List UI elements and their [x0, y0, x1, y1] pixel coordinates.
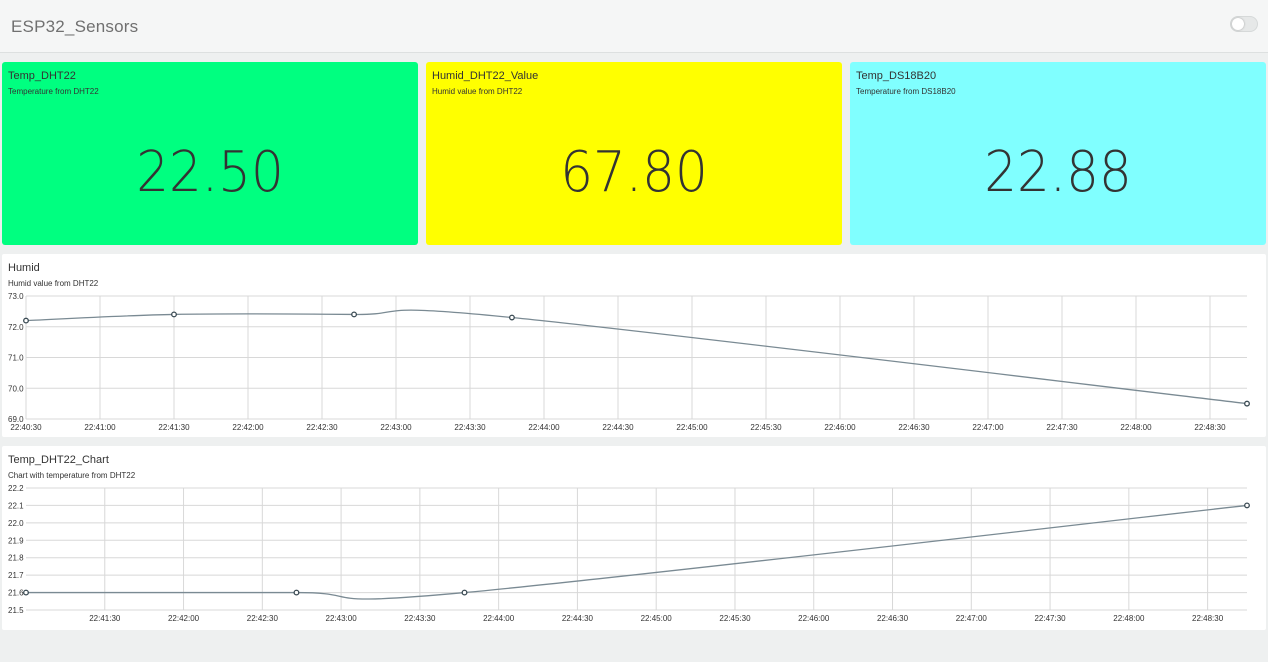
- chart-title: Humid: [8, 262, 40, 274]
- x-tick-label: 22:41:30: [89, 614, 121, 623]
- card-temp-ds18b20: Temp_DS18B20 Temperature from DS18B20 22…: [850, 62, 1266, 245]
- x-tick-label: 22:44:30: [562, 614, 594, 623]
- y-tick-label: 71.0: [8, 354, 24, 363]
- x-tick-label: 22:41:30: [158, 423, 190, 432]
- x-tick-label: 22:45:30: [719, 614, 751, 623]
- data-point: [171, 311, 177, 318]
- x-tick-label: 22:42:30: [247, 614, 279, 623]
- x-tick-label: 22:46:30: [877, 614, 909, 623]
- x-tick-label: 22:48:30: [1194, 423, 1226, 432]
- data-point: [23, 317, 29, 324]
- y-tick-label: 21.6: [8, 589, 24, 598]
- x-tick-label: 22:47:30: [1046, 423, 1078, 432]
- data-point: [508, 314, 515, 321]
- y-tick-label: 73.0: [8, 292, 24, 301]
- y-tick-label: 22.0: [8, 519, 24, 528]
- x-tick-label: 22:47:00: [972, 423, 1004, 432]
- x-tick-label: 22:46:00: [824, 423, 856, 432]
- card-value: 22.50: [136, 140, 284, 205]
- x-tick-label: 22:45:30: [750, 423, 782, 432]
- x-tick-label: 22:40:30: [10, 423, 42, 432]
- data-point: [1244, 502, 1250, 509]
- theme-toggle[interactable]: [1230, 16, 1258, 32]
- x-tick-label: 22:48:00: [1113, 614, 1145, 623]
- x-tick-label: 22:44:00: [528, 423, 560, 432]
- card-temp-dht22: Temp_DHT22 Temperature from DHT22 22.50: [2, 62, 418, 245]
- x-tick-label: 22:41:00: [84, 423, 116, 432]
- data-point: [461, 589, 468, 596]
- y-tick-label: 21.7: [8, 571, 24, 580]
- series-line: [26, 504, 1248, 600]
- x-tick-label: 22:47:00: [956, 614, 988, 623]
- card-value: 67.80: [560, 140, 708, 205]
- x-tick-label: 22:47:30: [1034, 614, 1066, 623]
- x-tick-label: 22:46:00: [798, 614, 830, 623]
- x-tick-label: 22:42:00: [168, 614, 200, 623]
- data-point: [351, 311, 358, 318]
- y-tick-label: 72.0: [8, 323, 24, 332]
- y-tick-label: 21.9: [8, 536, 24, 545]
- card-value: 22.88: [984, 140, 1132, 205]
- toggle-knob: [1232, 18, 1244, 30]
- y-tick-label: 21.8: [8, 554, 24, 563]
- chart-title: Temp_DHT22_Chart: [8, 454, 109, 466]
- series-line: [25, 309, 1248, 405]
- card-humid-dht22: Humid_DHT22_Value Humid value from DHT22…: [426, 62, 842, 245]
- data-point: [293, 589, 300, 596]
- x-tick-label: 22:43:00: [326, 614, 358, 623]
- chart-subtitle: Humid value from DHT22: [8, 279, 99, 288]
- x-tick-label: 22:48:30: [1192, 614, 1224, 623]
- card-subtitle: Temperature from DHT22: [8, 87, 99, 96]
- x-tick-label: 22:42:00: [232, 423, 264, 432]
- app-title: ESP32_Sensors: [11, 17, 139, 36]
- x-tick-label: 22:46:30: [898, 423, 930, 432]
- card-subtitle: Humid value from DHT22: [432, 87, 523, 96]
- y-tick-label: 22.2: [8, 484, 24, 493]
- x-tick-label: 22:44:00: [483, 614, 515, 623]
- data-point: [1244, 400, 1250, 407]
- y-tick-label: 70.0: [8, 384, 24, 393]
- x-tick-label: 22:42:30: [306, 423, 338, 432]
- y-tick-label: 22.1: [8, 501, 24, 510]
- x-tick-label: 22:43:30: [404, 614, 436, 623]
- card-subtitle: Temperature from DS18B20: [856, 87, 956, 96]
- y-tick-label: 21.5: [8, 606, 24, 615]
- chart-subtitle: Chart with temperature from DHT22: [8, 471, 136, 480]
- temp-chart: 21.5 21.6 21.7 21.8 21.9 22.0 22.1 22.2 22:41:30…: [8, 484, 1250, 623]
- temp-chart-panel: 21.5 21.6 21.7 21.8 21.9 22.0 22.1 22.2 22:41:30…: [2, 446, 1266, 630]
- card-title: Humid_DHT22_Value: [432, 70, 539, 82]
- x-tick-label: 22:45:00: [641, 614, 673, 623]
- humid-chart-panel: 69.0 70.0 71.0 72.0 73.0 22:40:30 22:41:00 22:4…: [2, 254, 1266, 437]
- x-tick-label: 22:43:00: [380, 423, 412, 432]
- app-header: ESP32_Sensors: [0, 0, 1268, 53]
- x-tick-label: 22:43:30: [454, 423, 486, 432]
- x-tick-label: 22:44:30: [602, 423, 634, 432]
- x-tick-label: 22:48:00: [1120, 423, 1152, 432]
- data-point: [23, 589, 29, 596]
- x-tick-label: 22:45:00: [676, 423, 708, 432]
- card-title: Temp_DHT22: [8, 70, 76, 82]
- humid-chart: 69.070.071.072.073.022:40:30 22:41:00 22:4…: [8, 292, 1250, 432]
- card-title: Temp_DS18B20: [856, 70, 937, 82]
